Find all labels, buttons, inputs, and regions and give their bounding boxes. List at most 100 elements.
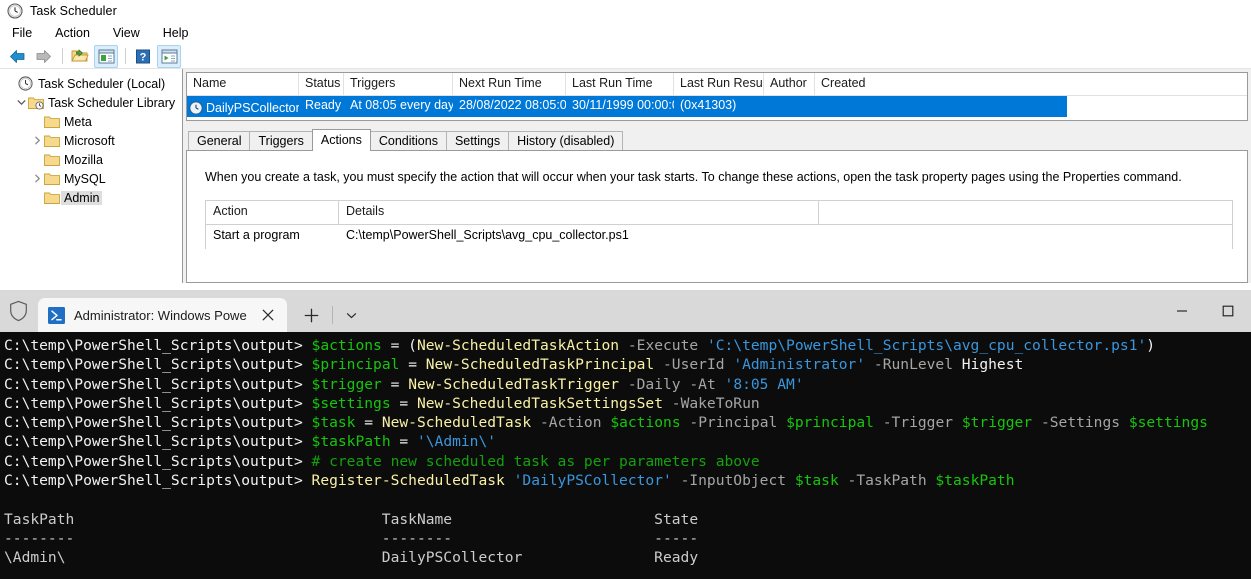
- console-token: '\Admin\': [416, 433, 497, 451]
- console-token: [874, 414, 883, 431]
- column-header-created[interactable]: Created: [815, 73, 1067, 95]
- cell-blank: [819, 225, 1119, 249]
- console-token: New-ScheduledTask: [381, 414, 532, 432]
- tree-item-microsoft[interactable]: Microsoft: [0, 131, 182, 150]
- help-button[interactable]: ?: [131, 45, 155, 68]
- chevron-right-icon[interactable]: [30, 174, 44, 183]
- tree-item-task-scheduler-library[interactable]: Task Scheduler Library: [0, 93, 182, 112]
- cell-status: Ready: [305, 98, 342, 112]
- console-token: [663, 395, 672, 412]
- console-token: $trigger: [961, 414, 1033, 432]
- terminal-tab[interactable]: Administrator: Windows Powe: [38, 298, 287, 332]
- console-token: [716, 376, 725, 393]
- tree-item-label: MySQL: [64, 171, 106, 186]
- console-line: -------- -------- -----: [4, 529, 1251, 548]
- console-token: [619, 376, 628, 393]
- show-hide-action-pane-button[interactable]: [157, 44, 181, 68]
- console-token: -InputObject: [680, 472, 787, 490]
- column-header-last-run-time[interactable]: Last Run Time: [566, 73, 674, 95]
- task-clock-icon: [189, 100, 203, 115]
- console-prompt: C:\temp\PowerShell_Scripts\output>: [4, 394, 312, 412]
- menu-help[interactable]: Help: [161, 25, 191, 41]
- console-line: C:\temp\PowerShell_Scripts\output> $sett…: [4, 394, 1251, 413]
- console-token: -Principal: [689, 414, 778, 432]
- show-hide-console-tree-button[interactable]: [94, 44, 118, 68]
- column-header-author[interactable]: Author: [764, 73, 815, 95]
- column-header-name[interactable]: Name: [187, 73, 299, 95]
- chevron-down-icon[interactable]: [14, 98, 28, 107]
- console-token: $taskPath: [311, 433, 391, 451]
- menu-action[interactable]: Action: [53, 25, 92, 41]
- tabbar-separator: [331, 306, 333, 324]
- tab-actions[interactable]: Actions: [311, 129, 371, 151]
- column-header-next-run-time[interactable]: Next Run Time: [453, 73, 566, 95]
- console-token: =: [355, 414, 382, 432]
- column-header-blank[interactable]: [819, 201, 1119, 224]
- console-token: -RunLevel: [873, 356, 953, 374]
- menu-file[interactable]: File: [10, 25, 34, 41]
- column-header-triggers[interactable]: Triggers: [344, 73, 453, 95]
- maximize-icon: [1222, 305, 1234, 317]
- console-line: C:\temp\PowerShell_Scripts\output> $task…: [4, 413, 1251, 432]
- actions-table: Action Details Start a program C:\temp\P…: [205, 199, 1233, 249]
- tree-item-mysql[interactable]: MySQL: [0, 169, 182, 188]
- plus-icon: [304, 308, 319, 322]
- task-detail-area: Name Status Triggers Next Run Time Last …: [183, 69, 1251, 283]
- column-header-last-run-result[interactable]: Last Run Result: [674, 73, 764, 95]
- console-token: 'Administrator': [733, 356, 866, 374]
- actions-table-header: Action Details: [206, 200, 1232, 225]
- toolbar-separator-2: [125, 48, 126, 64]
- chevron-right-icon[interactable]: [30, 136, 44, 145]
- tree-item-label: Microsoft: [64, 133, 115, 148]
- console-token: $taskPath: [935, 472, 1015, 490]
- menu-view[interactable]: View: [111, 25, 142, 41]
- task-list: Name Status Triggers Next Run Time Last …: [186, 72, 1248, 121]
- terminal-tab-bar: Administrator: Windows Powe: [0, 290, 1251, 332]
- tree-item-mozilla[interactable]: Mozilla: [0, 150, 182, 169]
- console-line: C:\temp\PowerShell_Scripts\output> Regis…: [4, 471, 1251, 490]
- console-token: [1032, 414, 1041, 431]
- new-tab-button[interactable]: [297, 300, 327, 330]
- console-token: $trigger: [311, 375, 382, 393]
- console-token: = (: [381, 337, 417, 354]
- console-prompt: C:\temp\PowerShell_Scripts\output>: [4, 433, 312, 451]
- column-header-details[interactable]: Details: [339, 200, 819, 224]
- title-bar: Task Scheduler: [0, 0, 1251, 22]
- console-line: TaskPath TaskName State: [4, 510, 1251, 529]
- open-folder-button[interactable]: [68, 45, 92, 68]
- tree-item-task-scheduler-local[interactable]: Task Scheduler (Local): [0, 74, 182, 93]
- console-token: New-ScheduledTaskAction: [416, 337, 620, 354]
- console-token: [1120, 414, 1129, 431]
- tab-triggers[interactable]: Triggers: [249, 131, 313, 151]
- console-token: [531, 414, 540, 431]
- console-prompt: C:\temp\PowerShell_Scripts\output>: [4, 356, 312, 374]
- shield-icon: [0, 290, 36, 332]
- tab-dropdown-button[interactable]: [339, 300, 365, 330]
- tree-item-admin[interactable]: Admin: [0, 188, 182, 207]
- table-row[interactable]: DailyPSCollector Ready At 08:05 every da…: [187, 96, 1067, 117]
- back-button[interactable]: [5, 45, 29, 68]
- forward-button[interactable]: [31, 45, 55, 68]
- maximize-button[interactable]: [1205, 290, 1251, 332]
- tab-settings[interactable]: Settings: [445, 131, 510, 151]
- column-header-status[interactable]: Status: [299, 73, 344, 95]
- close-icon[interactable]: [255, 302, 281, 328]
- tree-item-meta[interactable]: Meta: [0, 112, 182, 131]
- console-token: \Admin\ DailyPSCollector Ready: [4, 549, 699, 567]
- console-token: 'DailyPSCollector': [513, 472, 672, 490]
- task-scheduler-window: Task Scheduler File Action View Help ? T…: [0, 0, 1251, 290]
- console-tree: Task Scheduler (Local) Task Scheduler Li…: [0, 69, 183, 283]
- table-row[interactable]: Start a program C:\temp\PowerShell_Scrip…: [206, 224, 1232, 249]
- console-prompt: C:\temp\PowerShell_Scripts\output>: [4, 472, 312, 490]
- cell-next-run-time: 28/08/2022 08:05:00: [459, 98, 566, 112]
- tab-history[interactable]: History (disabled): [508, 131, 624, 151]
- column-header-action[interactable]: Action: [206, 200, 339, 224]
- tab-general[interactable]: General: [188, 131, 251, 151]
- cell-author: [764, 96, 815, 117]
- minimize-button[interactable]: [1159, 290, 1205, 332]
- task-list-header: Name Status Triggers Next Run Time Last …: [187, 73, 1247, 96]
- console-output[interactable]: C:\temp\PowerShell_Scripts\output> $acti…: [0, 332, 1251, 579]
- tab-conditions[interactable]: Conditions: [369, 131, 447, 151]
- clock-icon: [7, 3, 23, 19]
